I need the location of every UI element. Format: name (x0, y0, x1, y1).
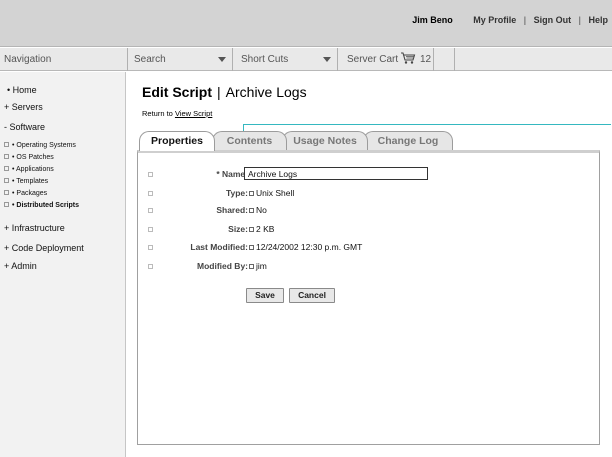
row-checkbox[interactable] (148, 264, 153, 269)
sidebar-item-admin[interactable]: + Admin (4, 261, 37, 271)
header-links: Jim Beno My Profile | Sign Out | Help (412, 15, 608, 25)
row-checkbox[interactable] (148, 172, 153, 177)
type-value: Unix Shell (256, 188, 295, 198)
checkbox-icon (4, 177, 9, 183)
sidebar-item-infrastructure[interactable]: + Infrastructure (4, 223, 65, 233)
sidebar-item-packages[interactable]: • Packages (4, 189, 47, 197)
form-row-type: Type: Unix Shell (137, 188, 600, 202)
checkbox-icon (4, 165, 9, 171)
navigation-heading: Navigation (4, 54, 52, 65)
shortcuts-dropdown[interactable]: Short Cuts (241, 54, 288, 65)
name-field[interactable] (244, 167, 428, 180)
checkbox-icon (4, 201, 9, 207)
user-name: Jim Beno (412, 15, 453, 25)
page-subtitle: Archive Logs (225, 84, 307, 100)
tab-change-log[interactable]: Change Log (363, 131, 453, 150)
sidebar-item-operating-systems[interactable]: • Operating Systems (4, 141, 76, 149)
form-row-size: Size: 2 KB (137, 224, 600, 238)
sidebar-item-distributed-scripts[interactable]: • Distributed Scripts (4, 201, 79, 209)
sidebar-item-servers[interactable]: + Servers (4, 102, 43, 112)
form-row-last-modified: Last Modified: 12/24/2002 12:30 p.m. GMT (137, 242, 600, 256)
toolbar-divider (454, 48, 455, 71)
toolbar-divider (232, 48, 233, 71)
server-cart-label[interactable]: Server Cart (347, 54, 398, 65)
sign-out-link[interactable]: Sign Out (534, 15, 572, 25)
sidebar-item-code-deployment[interactable]: + Code Deployment (4, 243, 84, 253)
header-separator: | (578, 15, 581, 25)
marker-icon (249, 245, 254, 250)
return-prefix: Return to (142, 109, 173, 118)
sidebar-item-software[interactable]: - Software (4, 122, 45, 132)
page-title: Edit Script | Archive Logs (142, 84, 307, 100)
view-script-link[interactable]: View Script (175, 109, 212, 118)
form-row-modified-by: Modified By: jim (137, 261, 600, 275)
checkbox-icon (4, 141, 9, 147)
last-modified-value: 12/24/2002 12:30 p.m. GMT (256, 242, 363, 252)
row-checkbox[interactable] (148, 208, 153, 213)
callout-line (243, 124, 611, 125)
toolbar-divider (337, 48, 338, 71)
marker-icon (249, 264, 254, 269)
top-header: Jim Beno My Profile | Sign Out | Help (0, 0, 612, 47)
chevron-down-icon[interactable] (323, 57, 331, 62)
sidebar-item-templates[interactable]: • Templates (4, 177, 48, 185)
sidebar-item-applications[interactable]: • Applications (4, 165, 54, 173)
row-checkbox[interactable] (148, 245, 153, 250)
modified-by-value: jim (256, 261, 267, 271)
sidebar-item-home[interactable]: • Home (7, 85, 37, 95)
marker-icon (249, 227, 254, 232)
save-button[interactable]: Save (246, 288, 284, 303)
row-checkbox[interactable] (148, 191, 153, 196)
shared-value: No (256, 205, 267, 215)
last-modified-label: Last Modified: (190, 242, 254, 252)
modified-by-label: Modified By: (197, 261, 254, 271)
chevron-down-icon[interactable] (218, 57, 226, 62)
tab-usage-notes[interactable]: Usage Notes (282, 131, 368, 150)
header-separator: | (523, 15, 527, 25)
toolbar-divider (127, 48, 128, 71)
row-checkbox[interactable] (148, 227, 153, 232)
checkbox-icon (4, 153, 9, 159)
shared-label: Shared: (216, 205, 254, 215)
sidebar: • Home + Servers - Software • Operating … (0, 72, 126, 457)
size-value: 2 KB (256, 224, 275, 234)
cart-icon[interactable] (400, 51, 416, 68)
toolbar: Navigation Search Short Cuts Server Cart… (0, 48, 612, 71)
size-label: Size: (228, 224, 254, 234)
title-separator: | (217, 84, 221, 100)
sidebar-item-os-patches[interactable]: • OS Patches (4, 153, 54, 161)
tab-properties[interactable]: Properties (139, 131, 215, 151)
tab-contents[interactable]: Contents (212, 131, 287, 150)
cancel-button[interactable]: Cancel (289, 288, 335, 303)
return-link-row: Return to View Script (142, 109, 212, 118)
my-profile-link[interactable]: My Profile (473, 15, 516, 25)
search-dropdown[interactable]: Search (134, 54, 166, 65)
marker-icon (249, 191, 254, 196)
page-title-main: Edit Script (142, 84, 213, 100)
help-link[interactable]: Help (588, 15, 608, 25)
marker-icon (249, 208, 254, 213)
type-label: Type: (226, 188, 254, 198)
form-row-shared: Shared: No (137, 205, 600, 219)
checkbox-icon (4, 189, 9, 195)
toolbar-divider (433, 48, 434, 71)
server-cart-count: 12 (420, 54, 432, 65)
